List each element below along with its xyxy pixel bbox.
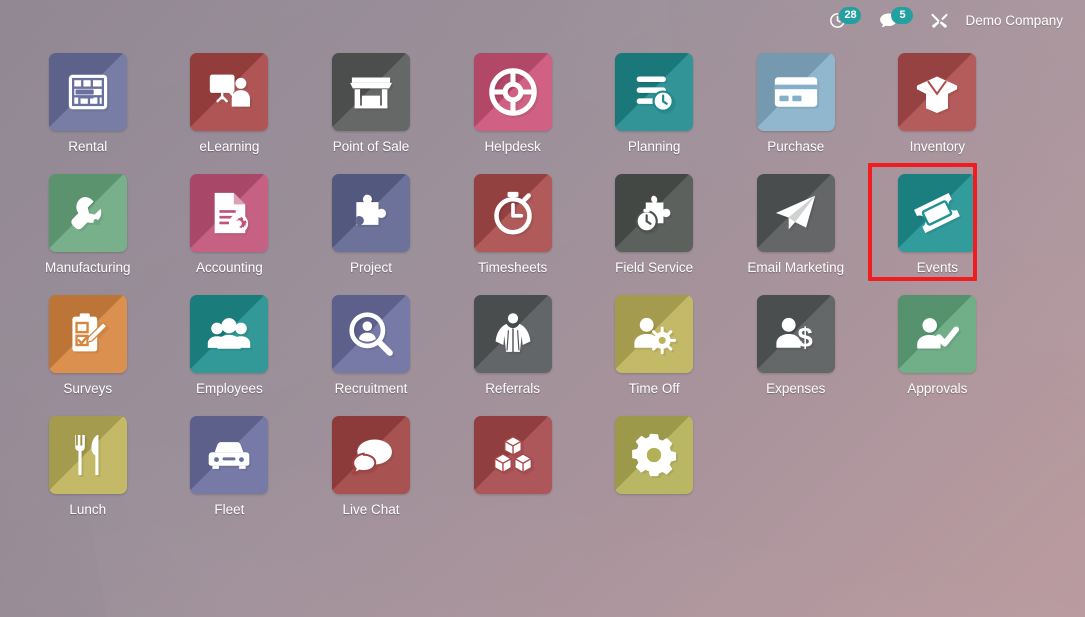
- app-label: Planning: [627, 139, 681, 154]
- app-tile-fleet[interactable]: Fleet: [159, 407, 301, 528]
- person-search-icon: [331, 295, 410, 373]
- app-label: Inventory: [909, 139, 966, 154]
- app-label: Email Marketing: [747, 260, 845, 275]
- app-tile-elearning[interactable]: eLearning: [159, 44, 301, 165]
- svg-text:$: $: [797, 322, 812, 353]
- app-label: Accounting: [195, 260, 263, 275]
- chat-bubbles-icon: [331, 416, 410, 494]
- app-label: Field Service: [615, 260, 694, 275]
- app-tile-approvals[interactable]: Approvals: [867, 286, 1009, 407]
- app-label: Rental: [68, 139, 108, 154]
- app-tile-lunch[interactable]: Lunch: [17, 407, 159, 528]
- clipboard-pencil-icon: [48, 295, 127, 373]
- app-label: Referrals: [485, 381, 540, 396]
- app-tile-cubes[interactable]: [442, 407, 584, 528]
- app-label: Timesheets: [477, 260, 548, 275]
- app-tile-email-marketing[interactable]: Email Marketing: [725, 165, 867, 286]
- app-tile-rental[interactable]: Rental: [17, 44, 159, 165]
- puzzle-piece-icon: [331, 174, 410, 252]
- app-label: Lunch: [69, 502, 107, 517]
- app-label: Employees: [195, 381, 263, 396]
- app-tile-referrals[interactable]: Referrals: [442, 286, 584, 407]
- paper-plane-icon: [756, 174, 835, 252]
- person-dollar-icon: $: [756, 295, 835, 373]
- planning-clock-icon: [615, 53, 694, 131]
- person-check-icon: [898, 295, 977, 373]
- app-tile-point-of-sale[interactable]: Point of Sale: [300, 44, 442, 165]
- app-label: Time Off: [628, 381, 680, 396]
- superhero-cape-icon: [473, 295, 552, 373]
- app-tile-timesheets[interactable]: Timesheets: [442, 165, 584, 286]
- app-label: Purchase: [767, 139, 825, 154]
- open-box-icon: [898, 53, 977, 131]
- app-label: Surveys: [63, 381, 113, 396]
- app-tile-recruitment[interactable]: Recruitment: [300, 286, 442, 407]
- app-tile-expenses[interactable]: $ Expenses: [725, 286, 867, 407]
- app-tile-inventory[interactable]: Inventory: [867, 44, 1009, 165]
- app-tile-field-service[interactable]: Field Service: [583, 165, 725, 286]
- app-tile-gear[interactable]: [583, 407, 725, 528]
- app-tile-manufacturing[interactable]: Manufacturing: [17, 165, 159, 286]
- app-label: Fleet: [214, 502, 245, 517]
- document-gear-icon: [190, 174, 269, 252]
- stopwatch-icon: [473, 174, 552, 252]
- gear-icon: [615, 416, 694, 494]
- messages-count-badge: 5: [891, 7, 914, 24]
- people-group-icon: [190, 295, 269, 373]
- app-label: Events: [916, 260, 958, 275]
- person-sun-icon: [615, 295, 694, 373]
- fork-knife-icon: [48, 416, 127, 494]
- company-name-label[interactable]: Demo Company: [957, 13, 1073, 28]
- app-tile-purchase[interactable]: Purchase: [725, 44, 867, 165]
- app-label: eLearning: [199, 139, 260, 154]
- settings-menu[interactable]: [922, 0, 957, 40]
- puzzle-stopwatch-icon: [615, 174, 694, 252]
- app-tile-planning[interactable]: Planning: [583, 44, 725, 165]
- app-tile-employees[interactable]: Employees: [159, 286, 301, 407]
- app-tile-events[interactable]: Events: [867, 163, 1009, 286]
- app-tile-project[interactable]: Project: [300, 165, 442, 286]
- app-label: Approvals: [907, 381, 968, 396]
- wrench-icon: [48, 174, 127, 252]
- app-tile-helpdesk[interactable]: Helpdesk: [442, 44, 584, 165]
- elearning-board-icon: [190, 53, 269, 131]
- car-icon: [190, 416, 269, 494]
- app-label: Project: [349, 260, 392, 275]
- app-tile-time-off[interactable]: Time Off: [583, 286, 725, 407]
- app-label: Live Chat: [342, 502, 400, 517]
- app-label: Point of Sale: [332, 139, 410, 154]
- app-grid: Rental eLearning Point of Sale Helpdesk: [0, 40, 1085, 528]
- cubes-icon: [473, 416, 552, 494]
- app-tile-surveys[interactable]: Surveys: [17, 286, 159, 407]
- app-tile-live-chat[interactable]: Live Chat: [300, 407, 442, 528]
- app-label: Expenses: [766, 381, 826, 396]
- system-top-bar: 28 5 Demo Company: [0, 0, 1085, 40]
- activities-count-badge: 28: [839, 7, 862, 24]
- credit-card-icon: [756, 53, 835, 131]
- messages-menu[interactable]: 5: [870, 0, 922, 40]
- app-label: Recruitment: [334, 381, 408, 396]
- wrench-tools-icon: [931, 12, 948, 29]
- activities-menu[interactable]: 28: [820, 0, 870, 40]
- life-ring-icon: [473, 53, 552, 131]
- app-tile-accounting[interactable]: Accounting: [159, 165, 301, 286]
- storefront-icon: [331, 53, 410, 131]
- ticket-icon: [898, 174, 977, 252]
- app-label: Manufacturing: [45, 260, 131, 275]
- rental-grid-icon: [48, 53, 127, 131]
- app-label: Helpdesk: [484, 139, 541, 154]
